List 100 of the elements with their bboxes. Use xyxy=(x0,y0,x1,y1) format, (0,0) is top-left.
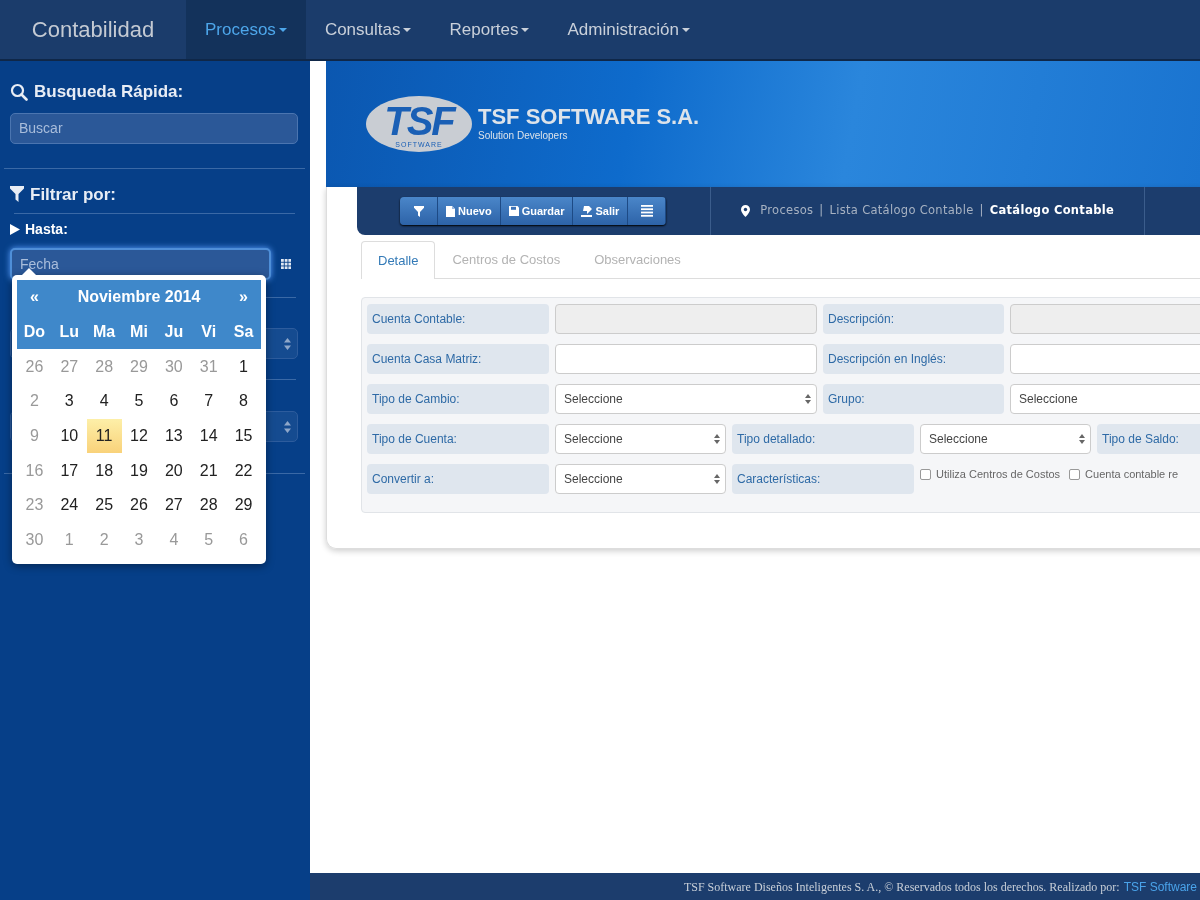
select-arrows-icon xyxy=(284,420,291,433)
logo-letters: TSF xyxy=(384,100,454,141)
select-arrows-icon xyxy=(714,474,720,484)
field-label: Cuenta Casa Matriz: xyxy=(367,344,549,374)
calendar-day[interactable]: 7 xyxy=(191,384,227,419)
calendar-day[interactable]: 1 xyxy=(226,349,261,385)
calendar-day[interactable]: 21 xyxy=(191,453,227,489)
field-label: Tipo detallado: xyxy=(732,424,914,454)
field-label: Grupo: xyxy=(823,384,1004,414)
new-button[interactable]: Nuevo xyxy=(438,197,501,225)
next-month-button[interactable]: » xyxy=(226,280,261,315)
caret-icon xyxy=(403,27,412,32)
footer-link[interactable]: TSF Software xyxy=(1123,877,1197,896)
calendar-day[interactable]: 18 xyxy=(86,453,122,489)
file-icon xyxy=(446,205,455,217)
breadcrumb-item[interactable]: | xyxy=(979,202,984,220)
filter-icon xyxy=(413,205,424,217)
floppy-icon xyxy=(508,206,519,216)
field-label: Tipo de Saldo: xyxy=(1097,424,1200,454)
field-label: Descripción: xyxy=(823,304,1004,334)
app-brand[interactable]: Contabilidad xyxy=(0,0,186,59)
nav-menu-item[interactable]: Consultas xyxy=(305,0,431,59)
search-field[interactable]: Buscar xyxy=(10,112,298,144)
field-label: Tipo de Cambio: xyxy=(367,384,549,414)
caret-icon xyxy=(521,27,530,32)
month-title[interactable]: Noviembre 2014 xyxy=(51,280,227,315)
select-field[interactable]: Seleccione xyxy=(920,424,1091,454)
checkbox[interactable] xyxy=(1069,468,1081,480)
weekday-label: Mi xyxy=(129,322,149,343)
caret-icon xyxy=(278,27,287,32)
calendar-day[interactable]: 10 xyxy=(51,418,87,454)
select-arrows-icon xyxy=(1079,434,1085,444)
nav-menu-item[interactable]: Reportes xyxy=(430,0,549,59)
exit-icon xyxy=(581,205,593,217)
breadcrumb-item[interactable]: | xyxy=(819,202,824,220)
calendar-day[interactable]: 17 xyxy=(51,453,87,489)
company-name: TSF SOFTWARE S.A. xyxy=(478,105,700,128)
checkbox[interactable] xyxy=(920,468,931,480)
calendar-day[interactable]: 11 xyxy=(86,418,122,454)
list-button[interactable] xyxy=(628,197,667,225)
calendar-day[interactable]: 13 xyxy=(156,418,192,454)
section-label: Hasta: xyxy=(25,220,68,239)
tab[interactable]: Detalle xyxy=(361,241,436,279)
select-field[interactable]: Seleccione xyxy=(555,464,726,494)
calendar-day[interactable]: 27 xyxy=(156,488,192,523)
checkbox-option[interactable]: Utiliza Centros de Costos xyxy=(920,466,1061,483)
breadcrumb-item[interactable]: Procesos xyxy=(760,202,814,220)
filter-button[interactable] xyxy=(400,197,438,225)
field-label: Descripción en Inglés: xyxy=(823,344,1004,374)
exit-button[interactable]: Salir xyxy=(573,197,629,225)
calendar-grid-icon xyxy=(281,259,291,269)
select-field[interactable]: Seleccione xyxy=(555,424,726,454)
field-label: Tipo de Cuenta: xyxy=(367,424,549,454)
field-label: Cuenta Contable: xyxy=(367,304,549,334)
select-field[interactable]: Seleccione xyxy=(555,384,817,414)
weekday-label: Ma xyxy=(92,322,117,343)
checkbox-option[interactable]: Cuenta contable re xyxy=(1069,466,1179,483)
list-icon xyxy=(640,205,653,217)
breadcrumb-item: Catálogo Contable xyxy=(989,202,1115,220)
calendar-day[interactable]: 15 xyxy=(226,418,261,454)
section-title: Busqueda Rápida: xyxy=(34,81,184,103)
weekday-label: Lu xyxy=(58,322,81,343)
calendar-day[interactable]: 26 xyxy=(121,488,157,523)
field-label: Convertir a: xyxy=(367,464,549,494)
section-title: Filtrar por: xyxy=(30,183,116,206)
input-field[interactable] xyxy=(555,344,817,374)
calendar-day[interactable]: 19 xyxy=(121,453,157,489)
caret-icon xyxy=(681,27,690,32)
calendar-day[interactable]: 24 xyxy=(51,488,87,523)
save-button[interactable]: Guardar xyxy=(500,197,574,225)
triangle-icon xyxy=(10,224,20,235)
calendar-day[interactable]: 29 xyxy=(226,488,261,523)
calendar-day[interactable]: 6 xyxy=(156,384,192,419)
field-label: Características: xyxy=(732,464,914,494)
select-arrows-icon xyxy=(805,394,811,404)
calendar-day[interactable]: 5 xyxy=(121,384,157,419)
company-slogan: Solution Developers xyxy=(478,128,569,143)
nav-menu-item[interactable]: Administración xyxy=(548,0,709,59)
calendar-day[interactable]: 14 xyxy=(191,418,227,454)
filter-icon xyxy=(10,186,24,203)
search-icon xyxy=(10,82,28,101)
footer-text: TSF Software Diseños Inteligentes S. A., © Reservados todos los derechos. Realizado por: xyxy=(683,878,1120,896)
calendar-day[interactable]: 4 xyxy=(86,384,122,419)
weekday-label: Ju xyxy=(163,322,185,343)
calendar-day[interactable]: 8 xyxy=(226,384,261,419)
prev-month-button[interactable]: « xyxy=(17,280,52,315)
breadcrumb-item[interactable]: Lista Catálogo Contable xyxy=(829,202,974,220)
calendar-day[interactable]: 25 xyxy=(86,488,122,523)
weekday-label: Do xyxy=(22,322,47,343)
calendar-day[interactable]: 22 xyxy=(226,453,261,489)
select-arrows-icon xyxy=(714,434,720,444)
map-pin-icon xyxy=(741,205,751,217)
weekday-label: Sa xyxy=(232,322,255,343)
calendar-day[interactable]: 12 xyxy=(121,418,157,454)
nav-menu-item[interactable]: Procesos xyxy=(186,0,306,59)
weekday-label: Vi xyxy=(200,322,218,343)
select-field[interactable]: Seleccione xyxy=(1010,384,1200,414)
calendar-day[interactable]: 20 xyxy=(156,453,192,489)
calendar-day[interactable]: 3 xyxy=(51,384,87,419)
calendar-day[interactable]: 28 xyxy=(191,488,227,523)
